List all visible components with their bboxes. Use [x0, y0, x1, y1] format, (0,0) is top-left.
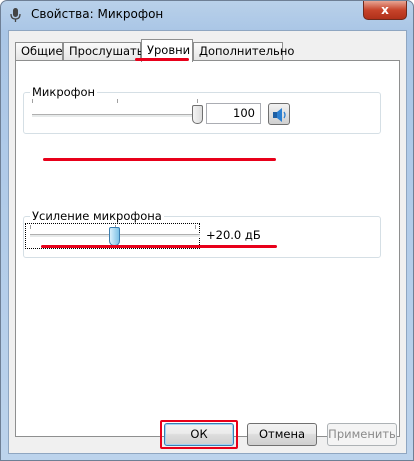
boost-label: Усиление микрофона: [30, 209, 164, 223]
dialog-window: Свойства: Микрофон x Общие Прослушать Ур…: [0, 0, 414, 461]
close-icon: x: [381, 3, 389, 17]
boost-slider-thumb[interactable]: [109, 227, 120, 246]
microphone-icon: [9, 7, 25, 23]
title-bar[interactable]: Свойства: Микрофон x: [1, 1, 413, 29]
tab-highlight-underline: [135, 58, 189, 61]
microphone-label: Микрофон: [30, 85, 98, 99]
tab-listen[interactable]: Прослушать: [63, 42, 144, 61]
microphone-slider-track[interactable]: [32, 114, 202, 118]
cancel-button[interactable]: Отмена: [247, 423, 317, 446]
boost-group: Усиление микрофона +20.0 дБ: [23, 209, 381, 258]
microphone-group: Микрофон 100: [23, 85, 381, 134]
speaker-icon: [273, 108, 286, 122]
levels-panel: Микрофон 100 Усиление микрофона +20.0 дБ: [15, 60, 400, 437]
mute-button[interactable]: [268, 103, 290, 125]
boost-value-label: +20.0 дБ: [206, 228, 261, 242]
microphone-slider-thumb[interactable]: [192, 105, 203, 124]
window-title: Свойства: Микрофон: [31, 7, 164, 21]
dialog-client: Общие Прослушать Уровни Дополнительно Ми…: [8, 30, 407, 454]
tab-general[interactable]: Общие: [15, 42, 63, 61]
microphone-highlight-underline: [43, 158, 276, 161]
apply-button[interactable]: Применить: [327, 423, 397, 446]
microphone-slider-ticks: [32, 99, 202, 104]
close-button[interactable]: x: [363, 1, 407, 20]
tab-advanced[interactable]: Дополнительно: [193, 42, 294, 61]
group-separator: [31, 188, 384, 189]
boost-highlight-underline: [41, 245, 277, 248]
ok-button[interactable]: ОК: [164, 423, 234, 446]
microphone-level-input[interactable]: 100: [206, 103, 261, 124]
